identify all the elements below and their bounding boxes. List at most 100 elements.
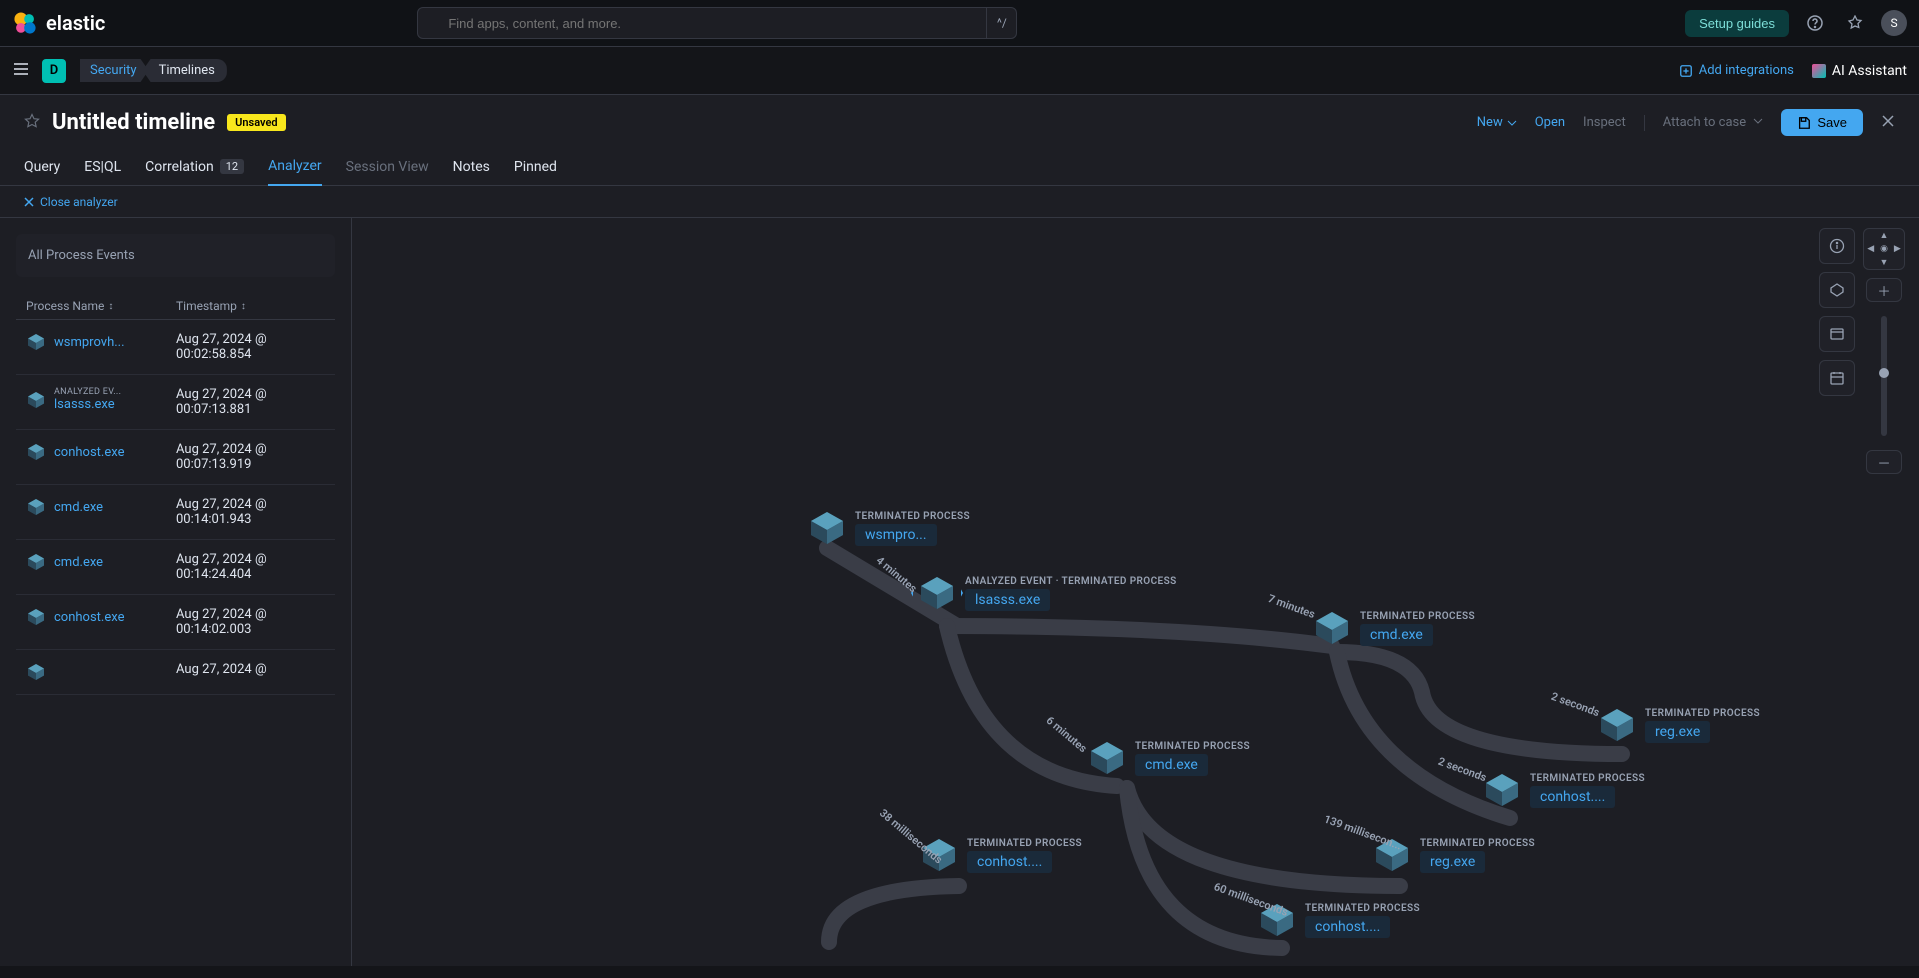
save-button[interactable]: Save [1781,109,1863,136]
node-label: TERMINATED PROCESS reg.exe [1420,838,1535,873]
avatar[interactable]: S [1881,10,1907,36]
table-row[interactable]: cmd.exe Aug 27, 2024 @ 00:14:24.404 [16,540,335,595]
node-status: TERMINATED PROCESS [1360,611,1475,622]
zoom-in-icon[interactable]: ＋ [1866,278,1902,302]
favorite-icon[interactable] [24,113,40,133]
process-name-link[interactable]: conhost.exe [54,445,124,460]
zoom-slider[interactable] [1881,316,1887,436]
process-node[interactable]: TERMINATED PROCESS reg.exe [1597,705,1760,745]
row-timestamp: Aug 27, 2024 @ 00:07:13.881 [176,387,325,417]
graph-canvas[interactable]: TERMINATED PROCESS wsmpro... ANALYZED EV… [352,218,1919,977]
node-name-link[interactable]: reg.exe [1645,721,1710,743]
node-name-link[interactable]: conhost.... [1305,916,1390,938]
tab-pinned[interactable]: Pinned [514,150,557,185]
tab-analyzer[interactable]: Analyzer [268,150,322,186]
close-analyzer-label: Close analyzer [40,195,118,209]
nav-pad[interactable]: ▲ ◀◉▶ ▼ [1863,228,1905,270]
process-node[interactable]: TERMINATED PROCESS conhost.... [1482,770,1645,810]
col-timestamp[interactable]: Timestamp ↕ [176,299,325,313]
search-input[interactable] [417,7,987,39]
nav-up-icon[interactable]: ▲ [1877,229,1890,242]
process-node[interactable]: TERMINATED PROCESS wsmpro... [807,508,970,548]
node-status: TERMINATED PROCESS [1530,773,1645,784]
node-label: ANALYZED EVENT · TERMINATED PROCESS lsas… [965,576,1177,611]
node-name-link[interactable]: conhost.... [967,851,1052,873]
col-process-name[interactable]: Process Name ↕ [26,299,176,313]
process-node[interactable]: ANALYZED EVENT · TERMINATED PROCESS lsas… [917,573,1177,613]
process-name-link[interactable]: cmd.exe [54,500,103,515]
process-name-link[interactable]: wsmprovh... [54,335,125,350]
tab-esql[interactable]: ES|QL [84,150,121,185]
save-label: Save [1817,115,1847,130]
row-timestamp: Aug 27, 2024 @ 00:02:58.854 [176,332,325,362]
correlation-count-badge: 12 [220,159,244,174]
list-icon[interactable] [1819,316,1855,352]
unsaved-badge: Unsaved [227,114,285,131]
zoom-out-icon[interactable]: － [1866,450,1902,474]
zoom-handle[interactable] [1879,368,1889,378]
sort-icon: ↕ [241,301,246,312]
date-icon[interactable] [1819,360,1855,396]
menu-icon[interactable] [12,60,30,82]
x-icon [24,197,34,207]
edge-label: 2 seconds [1549,690,1601,720]
bottom-bar [0,966,1919,978]
tab-notes[interactable]: Notes [453,150,490,185]
new-label: New [1477,115,1503,130]
help-icon[interactable] [1801,9,1829,37]
ai-assistant-button[interactable]: AI Assistant [1812,63,1907,79]
ai-assistant-label: AI Assistant [1832,63,1907,79]
table-row[interactable]: ANALYZED EV... lsasss.exe Aug 27, 2024 @… [16,375,335,430]
breadcrumb-timelines[interactable]: Timelines [143,59,227,82]
info-icon[interactable] [1819,228,1855,264]
node-name-link[interactable]: conhost.... [1530,786,1615,808]
process-node[interactable]: TERMINATED PROCESS cmd.exe [1087,738,1250,778]
inspect-button[interactable]: Inspect [1583,115,1626,130]
open-button[interactable]: Open [1535,115,1565,130]
table-row[interactable]: conhost.exe Aug 27, 2024 @ 00:14:02.003 [16,595,335,650]
cube-icon [26,662,46,682]
row-name-cell: cmd.exe [26,552,176,572]
tab-correlation[interactable]: Correlation 12 [145,150,244,185]
shape-icon[interactable] [1819,272,1855,308]
attach-button[interactable]: Attach to case [1663,115,1764,130]
node-label: TERMINATED PROCESS cmd.exe [1135,741,1250,776]
node-name-link[interactable]: cmd.exe [1135,754,1208,776]
tab-session[interactable]: Session View [346,150,429,185]
setup-guides-button[interactable]: Setup guides [1685,10,1789,37]
process-name-link[interactable]: lsasss.exe [54,397,121,412]
table-row[interactable]: conhost.exe Aug 27, 2024 @ 00:07:13.919 [16,430,335,485]
close-analyzer-button[interactable]: Close analyzer [24,195,118,209]
node-name-link[interactable]: lsasss.exe [965,589,1050,611]
space-badge[interactable]: D [42,59,66,83]
process-name-link[interactable]: cmd.exe [54,555,103,570]
save-icon [1797,116,1811,130]
process-node[interactable]: TERMINATED PROCESS cmd.exe [1312,608,1475,648]
table-row[interactable]: Aug 27, 2024 @ [16,650,335,695]
node-label: TERMINATED PROCESS conhost.... [967,838,1082,873]
nav-center-icon[interactable]: ◉ [1877,242,1890,255]
node-name-link[interactable]: cmd.exe [1360,624,1433,646]
process-name-link[interactable]: conhost.exe [54,610,124,625]
timeline-actions: New Open Inspect Attach to case Save [1477,109,1895,136]
row-name-cell: cmd.exe [26,497,176,517]
node-name-link[interactable]: reg.exe [1420,851,1485,873]
breadcrumb-security[interactable]: Security [80,59,149,82]
node-status: TERMINATED PROCESS [1135,741,1250,752]
nav-right-icon[interactable]: ▶ [1891,242,1904,255]
close-icon[interactable] [1881,113,1895,132]
node-name-link[interactable]: wsmpro... [855,524,937,546]
new-button[interactable]: New [1477,115,1517,130]
toolbar-col-right: ▲ ◀◉▶ ▼ ＋ － [1863,228,1905,474]
cube-icon [26,497,46,517]
table-header: Process Name ↕ Timestamp ↕ [16,293,335,320]
nav-left-icon[interactable]: ◀ [1864,242,1877,255]
table-row[interactable]: cmd.exe Aug 27, 2024 @ 00:14:01.943 [16,485,335,540]
table-row[interactable]: wsmprovh... Aug 27, 2024 @ 00:02:58.854 [16,320,335,375]
nav-down-icon[interactable]: ▼ [1877,256,1890,269]
news-icon[interactable] [1841,9,1869,37]
row-name-cell: conhost.exe [26,607,176,627]
brand-logo[interactable]: elastic [12,10,105,36]
add-integrations-button[interactable]: Add integrations [1679,63,1794,78]
tab-query[interactable]: Query [24,150,60,185]
